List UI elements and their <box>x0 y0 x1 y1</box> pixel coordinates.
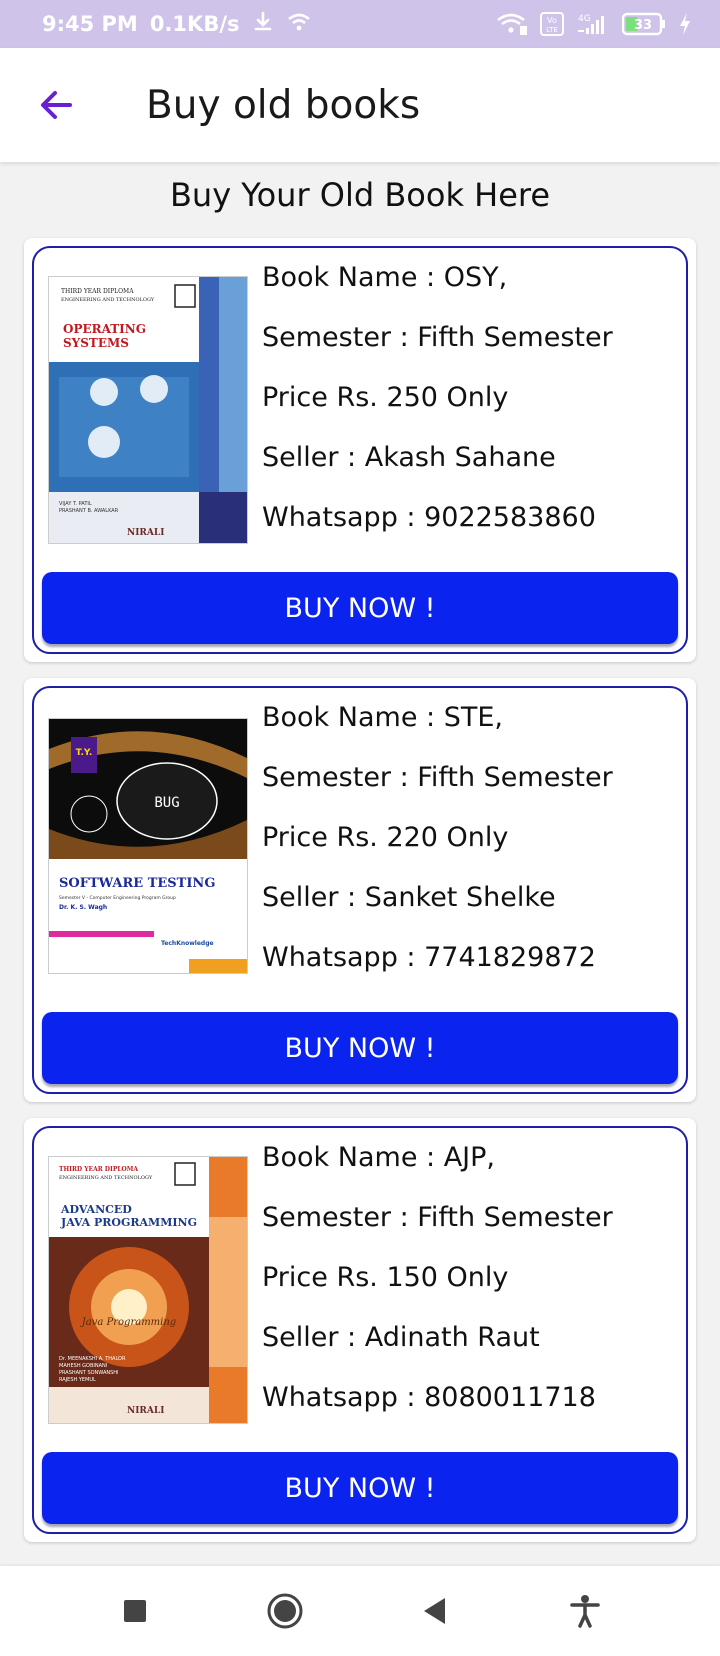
back-triangle-icon <box>424 1598 445 1624</box>
section-heading: Buy Your Old Book Here <box>169 176 551 214</box>
book-whatsapp: Whatsapp : 8080011718 <box>262 1382 596 1413</box>
home-button[interactable] <box>255 1581 315 1641</box>
book-whatsapp: Whatsapp : 9022583860 <box>262 502 596 533</box>
book-cover-image: T.Y. BUG SOFTWARE TESTING Semester V - C… <box>48 718 248 974</box>
cover-authors1: Dr. MEENAKSHI A. THALOR <box>59 1356 126 1362</box>
cover-authors4: RAJESH YEMUL <box>59 1377 96 1383</box>
cover-title2: JAVA PROGRAMMING <box>60 1216 197 1229</box>
book-seller: Seller : Adinath Raut <box>262 1322 540 1353</box>
book-price: Price Rs. 150 Only <box>262 1262 509 1293</box>
accessibility-icon <box>570 1595 600 1628</box>
svg-text:4G: 4G <box>578 14 591 24</box>
svg-text:Vo: Vo <box>547 16 557 25</box>
buy-now-button[interactable]: BUY NOW ! <box>42 572 678 644</box>
book-card: THIRD YEAR DIPLOMA ENGINEERING AND TECHN… <box>24 238 696 662</box>
cover-title1: OPERATING <box>63 322 146 336</box>
cover-publisher: NIRALI <box>127 528 164 538</box>
accessibility-button[interactable] <box>555 1581 615 1641</box>
software-testing-cover-art: T.Y. BUG SOFTWARE TESTING Semester V - C… <box>49 719 247 973</box>
cover-top-line1: THIRD YEAR DIPLOMA <box>59 1166 138 1173</box>
wifi-calling-icon <box>496 12 528 36</box>
book-name: Book Name : OSY, <box>262 262 508 293</box>
book-price: Price Rs. 220 Only <box>262 822 509 853</box>
wifi-icon <box>286 11 312 38</box>
recents-button[interactable] <box>105 1581 165 1641</box>
book-name: Book Name : AJP, <box>262 1142 495 1173</box>
book-info: Book Name : AJP, Semester : Fifth Semest… <box>262 1136 613 1436</box>
cover-title1: SOFTWARE TESTING <box>59 876 215 891</box>
charging-icon <box>678 12 692 36</box>
app-bar: Buy old books <box>0 48 720 162</box>
book-card: T.Y. BUG SOFTWARE TESTING Semester V - C… <box>24 678 696 1102</box>
cover-publisher: TechKnowledge <box>161 940 214 947</box>
book-seller: Seller : Akash Sahane <box>262 442 556 473</box>
cover-bug: BUG <box>154 795 179 811</box>
advanced-java-cover-art: THIRD YEAR DIPLOMA ENGINEERING AND TECHN… <box>49 1157 247 1423</box>
recents-square-icon <box>124 1600 146 1622</box>
book-card-frame: T.Y. BUG SOFTWARE TESTING Semester V - C… <box>32 686 688 1094</box>
cover-top-line2: ENGINEERING AND TECHNOLOGY <box>59 1175 153 1181</box>
book-card-frame: THIRD YEAR DIPLOMA ENGINEERING AND TECHN… <box>32 246 688 654</box>
cover-publisher: NIRALI <box>127 1406 164 1416</box>
svg-text:LTE: LTE <box>546 26 558 34</box>
signal-4g-icon: 4G <box>576 12 610 36</box>
book-price: Price Rs. 250 Only <box>262 382 509 413</box>
volte-icon: Vo LTE <box>540 12 564 36</box>
book-cover-image: THIRD YEAR DIPLOMA ENGINEERING AND TECHN… <box>48 276 248 544</box>
status-time: 9:45 PM <box>42 12 138 36</box>
system-nav-bar <box>0 1566 720 1656</box>
book-semester: Semester : Fifth Semester <box>262 762 613 793</box>
book-semester: Semester : Fifth Semester <box>262 1202 613 1233</box>
cover-top-line1: THIRD YEAR DIPLOMA <box>61 288 134 295</box>
book-info: Book Name : STE, Semester : Fifth Semest… <box>262 696 613 996</box>
status-bar: 9:45 PM 0.1KB/s Vo LTE 4G 33 <box>0 0 720 48</box>
book-whatsapp: Whatsapp : 7741829872 <box>262 942 596 973</box>
book-name: Book Name : STE, <box>262 702 503 733</box>
arrow-back-icon <box>41 91 72 119</box>
book-semester: Semester : Fifth Semester <box>262 322 613 353</box>
cover-badge: T.Y. <box>76 748 93 758</box>
book-seller: Seller : Sanket Shelke <box>262 882 556 913</box>
cover-top-line2: ENGINEERING AND TECHNOLOGY <box>61 297 155 303</box>
download-icon <box>252 11 274 38</box>
cover-center-text: Java Programming <box>80 1317 176 1328</box>
operating-systems-cover-art: THIRD YEAR DIPLOMA ENGINEERING AND TECHN… <box>49 277 247 543</box>
book-info: Book Name : OSY, Semester : Fifth Semest… <box>262 256 613 556</box>
buy-now-button[interactable]: BUY NOW ! <box>42 1012 678 1084</box>
cover-subtitle: Semester V - Computer Engineering Progra… <box>59 895 176 901</box>
book-card-frame: THIRD YEAR DIPLOMA ENGINEERING AND TECHN… <box>32 1126 688 1534</box>
cover-authors2: PRASHANT B. AWALKAR <box>59 508 119 514</box>
buy-now-button[interactable]: BUY NOW ! <box>42 1452 678 1524</box>
home-circle-icon <box>267 1593 303 1629</box>
cover-author: Dr. K. S. Wagh <box>59 904 107 911</box>
cover-authors3: PRASHANT SONWANSHI <box>59 1370 119 1376</box>
back-button[interactable] <box>26 75 86 135</box>
battery-icon: 33 <box>622 12 666 36</box>
back-nav-button[interactable] <box>405 1581 465 1641</box>
battery-level: 33 <box>634 18 652 33</box>
book-cover-image: THIRD YEAR DIPLOMA ENGINEERING AND TECHN… <box>48 1156 248 1424</box>
cover-authors1: VIJAY T. PATIL <box>59 501 92 507</box>
status-speed: 0.1KB/s <box>149 12 240 36</box>
cover-title2: SYSTEMS <box>63 336 129 350</box>
cover-title1: ADVANCED <box>60 1203 132 1216</box>
book-card: THIRD YEAR DIPLOMA ENGINEERING AND TECHN… <box>24 1118 696 1542</box>
cover-authors2: MAHESH GOBINANI <box>59 1363 107 1369</box>
page-title: Buy old books <box>146 82 421 128</box>
